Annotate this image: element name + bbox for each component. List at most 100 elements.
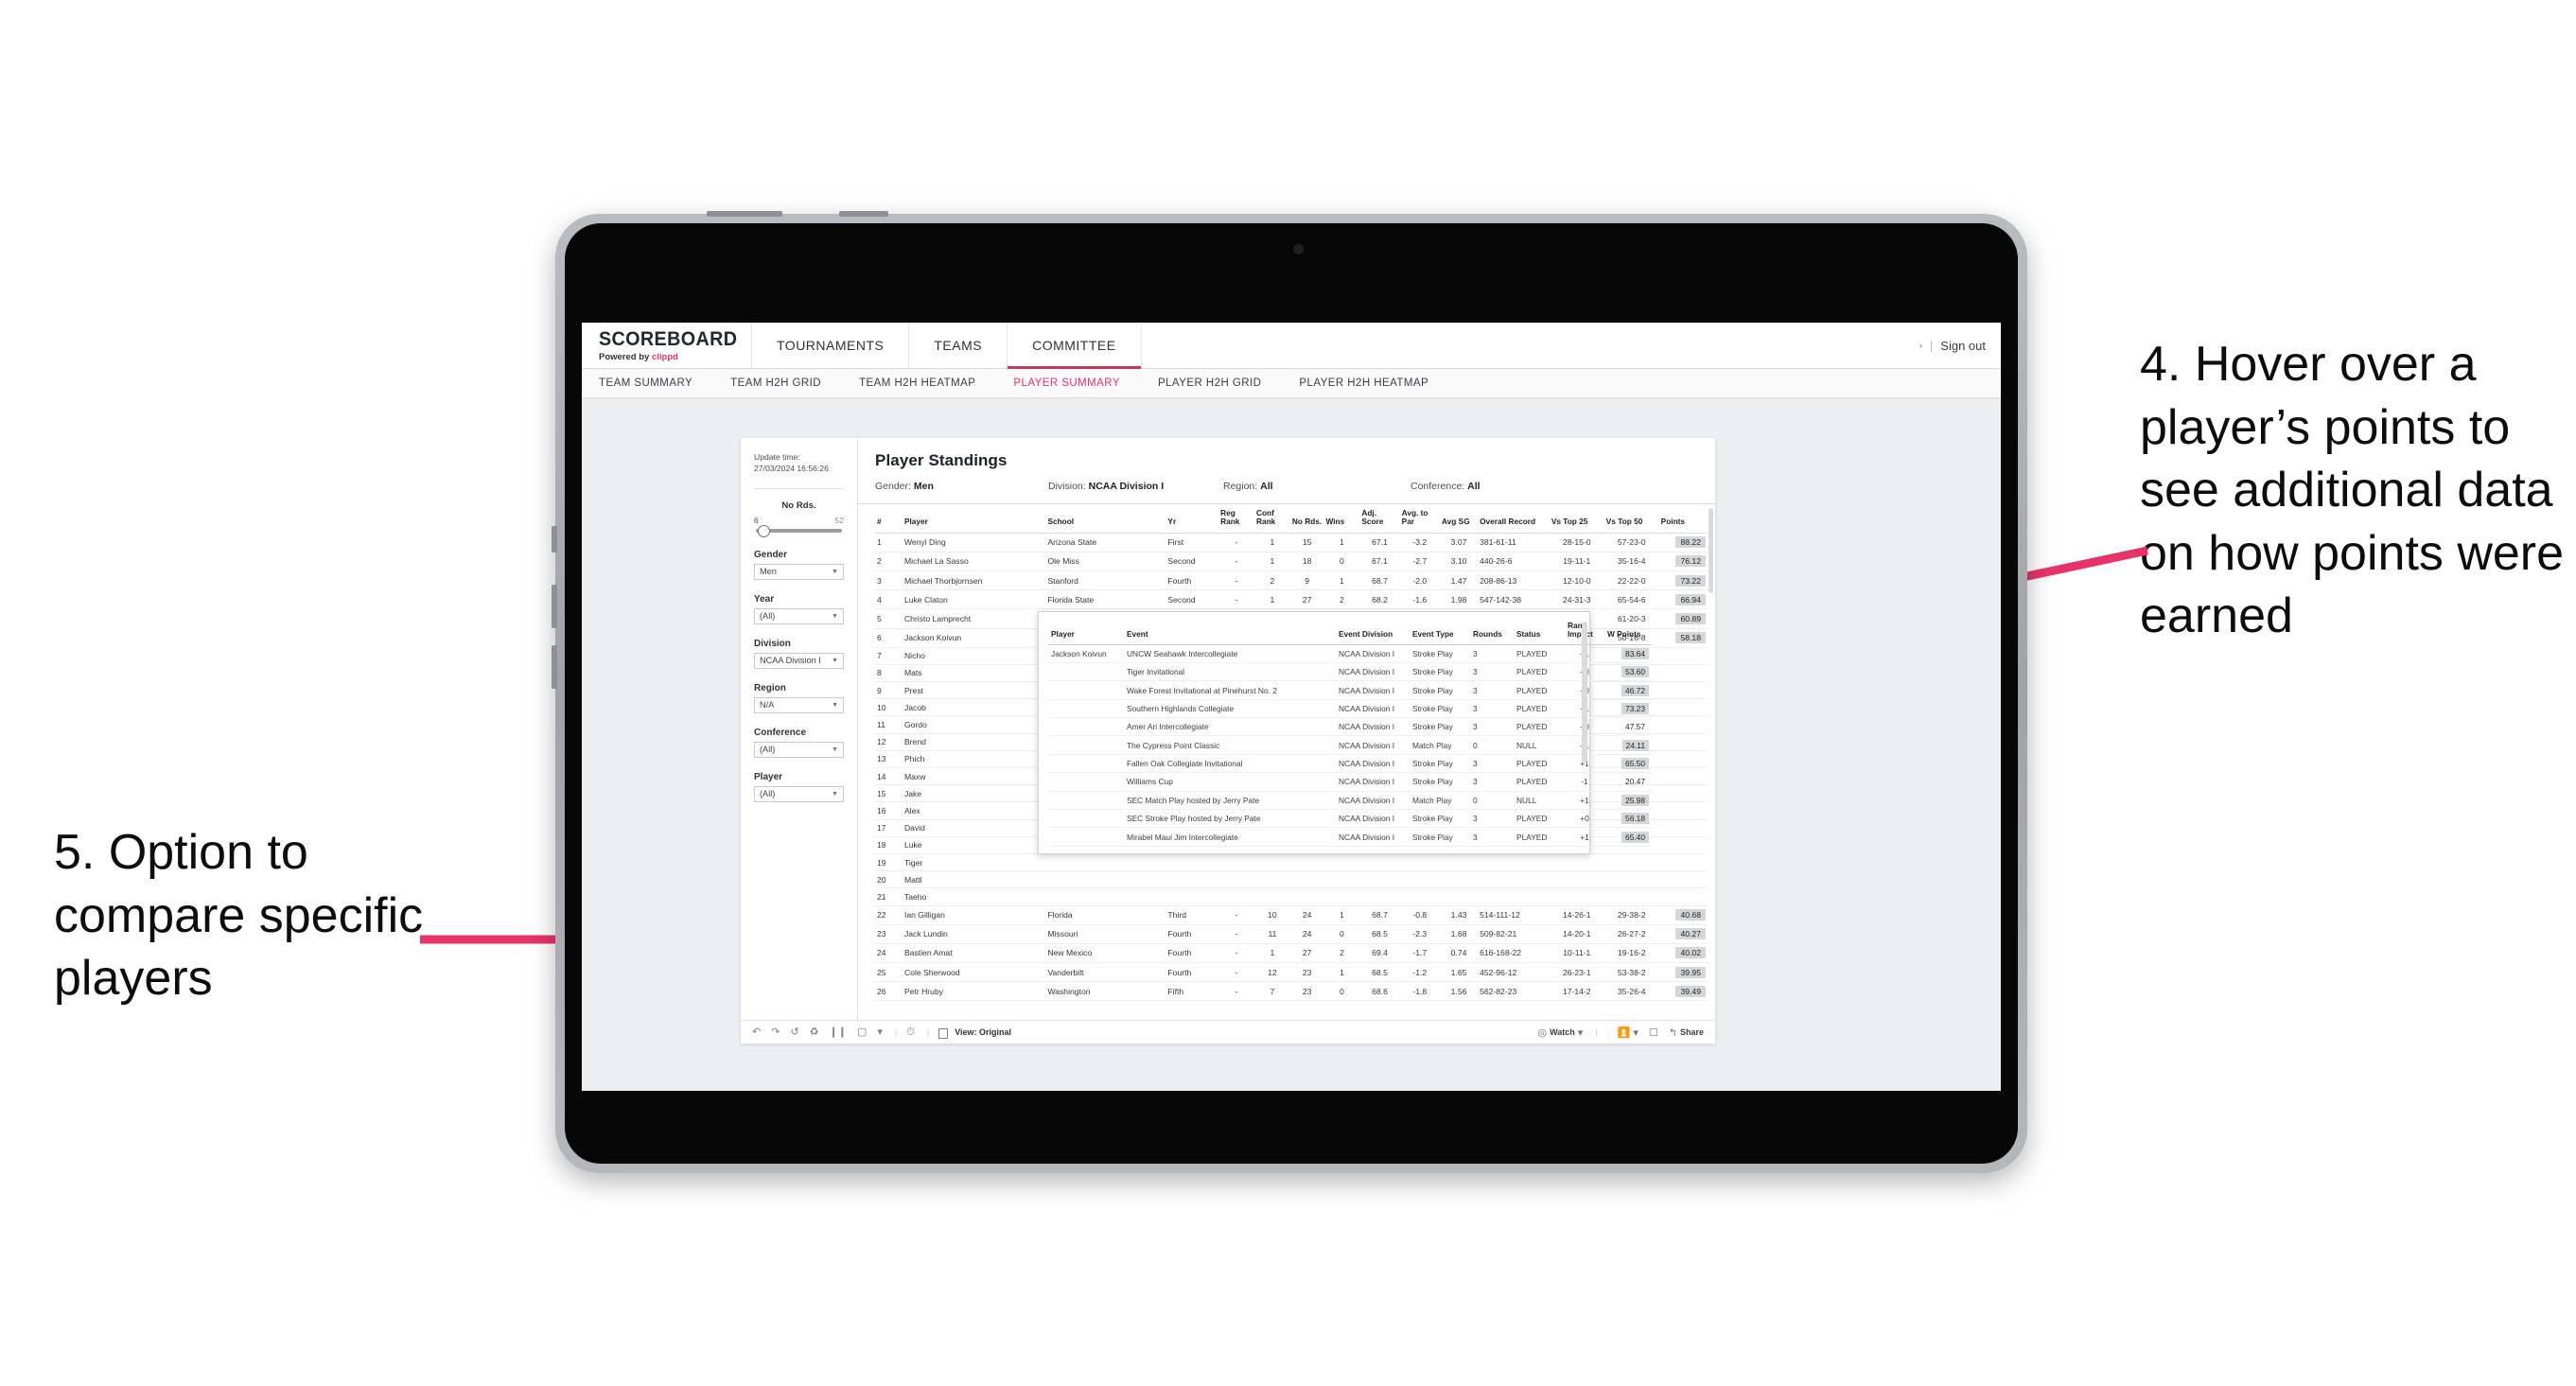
cell-points[interactable] [1658, 767, 1708, 786]
col-vs-top-25[interactable]: Vs Top 25 [1549, 504, 1604, 534]
cell-points[interactable] [1658, 664, 1708, 683]
points-badge[interactable]: 73.22 [1675, 574, 1706, 587]
table-row[interactable]: 22 Ian Gilligan Florida Third -10 24 1 68.7 -0.8… [875, 905, 1708, 925]
table-row[interactable]: 19 Tiger [875, 853, 1708, 872]
share-button[interactable]: ↰ Share [1669, 1026, 1704, 1039]
brand-logo[interactable]: SCOREBOARD Powered by clippd [582, 323, 752, 368]
col-avg-sg[interactable]: Avg SG [1439, 504, 1479, 534]
download-button[interactable]: ⏫ ▾ [1618, 1026, 1638, 1039]
points-badge[interactable]: 88.22 [1675, 536, 1706, 549]
col-player[interactable]: Player [902, 504, 1046, 534]
col-school[interactable]: School [1045, 504, 1166, 534]
points-badge[interactable]: 66.94 [1675, 593, 1706, 605]
revert-icon[interactable]: ↺ [790, 1026, 798, 1038]
cell-points[interactable] [1658, 698, 1708, 717]
table-row[interactable]: 2 Michael La Sasso Ole Miss Second -1 18 0 67.1… [875, 552, 1708, 571]
col-rank[interactable]: # [875, 504, 902, 534]
topnav-item-teams[interactable]: TEAMS [909, 323, 1008, 368]
cell-points[interactable]: 66.94 [1658, 589, 1708, 610]
cell-points[interactable] [1658, 801, 1708, 820]
history-icon[interactable]: ⏱ [906, 1026, 915, 1038]
topnav-item-tournaments[interactable]: TOURNAMENTS [752, 323, 910, 368]
no-rounds-slider-handle[interactable] [758, 524, 770, 537]
cell-points[interactable] [1658, 733, 1708, 751]
col-yr[interactable]: Yr [1165, 504, 1219, 534]
subnav-item-team-summary[interactable]: TEAM SUMMARY [599, 377, 713, 389]
filter-select-year[interactable]: (All) ▼ [754, 607, 844, 624]
cell-points[interactable] [1658, 715, 1708, 734]
points-badge[interactable]: 40.68 [1675, 909, 1706, 921]
subnav-item-team-h2h-grid[interactable]: TEAM H2H GRID [730, 377, 842, 389]
table-row[interactable]: 20 Mattl [875, 870, 1708, 889]
col-vs-top-50[interactable]: Vs Top 50 [1603, 504, 1659, 534]
col-adj-score[interactable]: Adj. Score [1359, 504, 1400, 534]
standings-scrollbar[interactable] [1709, 508, 1713, 593]
table-row[interactable]: 26 Petr Hruby Washington Fifth -7 23 0 68.6 -1.8… [875, 981, 1708, 1002]
cell-points[interactable]: 39.95 [1658, 962, 1708, 983]
table-row[interactable]: 23 Jack Lundin Missouri Fourth -11 24 0 68.5 -2.… [875, 924, 1708, 944]
cell-points[interactable] [1658, 784, 1708, 803]
cell-points[interactable] [1658, 819, 1708, 837]
cell-points[interactable]: 76.12 [1658, 552, 1708, 571]
subnav-item-team-h2h-heatmap[interactable]: TEAM H2H HEATMAP [859, 377, 996, 389]
cell-points[interactable]: 88.22 [1658, 533, 1708, 553]
points-badge[interactable]: 60.89 [1675, 612, 1706, 624]
table-row[interactable]: 3 Michael Thorbjornsen Stanford Fourth -2 9 1 6… [875, 570, 1708, 591]
cell-points[interactable]: 39.49 [1658, 981, 1708, 1002]
points-badge[interactable]: 40.27 [1675, 928, 1706, 940]
cell-points[interactable] [1658, 836, 1708, 854]
col-avg-to-par[interactable]: Avg. to Par [1399, 504, 1440, 534]
cell-points[interactable] [1658, 750, 1708, 769]
col-conf-rank[interactable]: Conf Rank [1253, 504, 1290, 534]
cell-points[interactable]: 60.89 [1658, 608, 1708, 629]
filter-select-region[interactable]: N/A ▼ [754, 696, 844, 713]
pause-icon[interactable]: ❙❙ [830, 1026, 847, 1038]
col-reg-rank[interactable]: Reg Rank [1218, 504, 1254, 534]
cell-points[interactable] [1658, 853, 1708, 872]
fullscreen-button[interactable]: ☐ [1649, 1026, 1658, 1039]
cell-points[interactable] [1658, 647, 1708, 665]
points-badge[interactable]: 40.02 [1675, 947, 1706, 959]
layout-caret-icon[interactable]: ▾ [877, 1026, 883, 1038]
cell-points[interactable] [1658, 681, 1708, 700]
filter-select-gender[interactable]: Men ▼ [754, 563, 844, 580]
chevron-right-icon[interactable]: › [1919, 341, 1922, 350]
table-row[interactable]: 4 Luke Claton Florida State Second -1 27 2 68.2… [875, 589, 1708, 610]
redo-icon[interactable]: ↷ [771, 1026, 780, 1038]
col-overall-record[interactable]: Overall Record [1478, 504, 1550, 534]
undo-icon[interactable]: ↶ [752, 1026, 761, 1038]
table-row[interactable]: 1 Wenyi Ding Arizona State First -1 15 1 67.1 -3… [875, 533, 1708, 553]
cell-points[interactable]: 58.18 [1658, 628, 1708, 648]
filter-select-division[interactable]: NCAA Division I ▼ [754, 652, 844, 669]
no-rounds-slider-track[interactable] [756, 524, 842, 537]
cell-points[interactable]: 40.02 [1658, 943, 1708, 964]
sign-out-link[interactable]: Sign out [1940, 339, 1986, 353]
points-badge[interactable]: 58.18 [1675, 632, 1706, 644]
cell-points[interactable] [1658, 870, 1708, 889]
topnav-item-committee[interactable]: COMMITTEE [1008, 323, 1142, 369]
points-badge[interactable]: 39.49 [1675, 985, 1706, 997]
cell-points[interactable]: 40.27 [1658, 924, 1708, 944]
tooltip-scrollbar[interactable] [1582, 622, 1587, 763]
table-row[interactable]: 25 Cole Sherwood Vanderbilt Fourth -12 23 1 68.… [875, 962, 1708, 983]
col-points[interactable]: Points [1658, 504, 1708, 534]
filter-select-conference[interactable]: (All) ▼ [754, 741, 844, 758]
layout-icon[interactable]: ▢ [857, 1026, 867, 1038]
filter-select-player[interactable]: (All) ▼ [754, 785, 844, 802]
col-no-rds[interactable]: No Rds. [1289, 504, 1324, 534]
cell-points[interactable]: 73.22 [1658, 570, 1708, 591]
table-row[interactable]: 21 Taeho [875, 887, 1708, 906]
subnav-item-player-summary[interactable]: PLAYER SUMMARY [1013, 377, 1141, 389]
col-wins[interactable]: Wins [1323, 504, 1360, 534]
subnav-item-player-h2h-heatmap[interactable]: PLAYER H2H HEATMAP [1299, 377, 1449, 389]
watch-button[interactable]: ◎ Watch ▾ [1538, 1026, 1584, 1039]
view-original-button[interactable]: View: Original [938, 1027, 1011, 1039]
points-badge[interactable]: 39.95 [1675, 966, 1706, 978]
points-badge[interactable]: 76.12 [1675, 555, 1706, 568]
cell-points[interactable]: 40.68 [1658, 905, 1708, 925]
refresh-icon[interactable]: ♻ [810, 1026, 819, 1038]
cell-points[interactable] [1658, 887, 1708, 906]
tip-cell-w-points: 46.72 [1604, 680, 1652, 700]
subnav-item-player-h2h-grid[interactable]: PLAYER H2H GRID [1158, 377, 1282, 389]
table-row[interactable]: 24 Bastien Amat New Mexico Fourth -1 27 2 69.4-… [875, 943, 1708, 964]
